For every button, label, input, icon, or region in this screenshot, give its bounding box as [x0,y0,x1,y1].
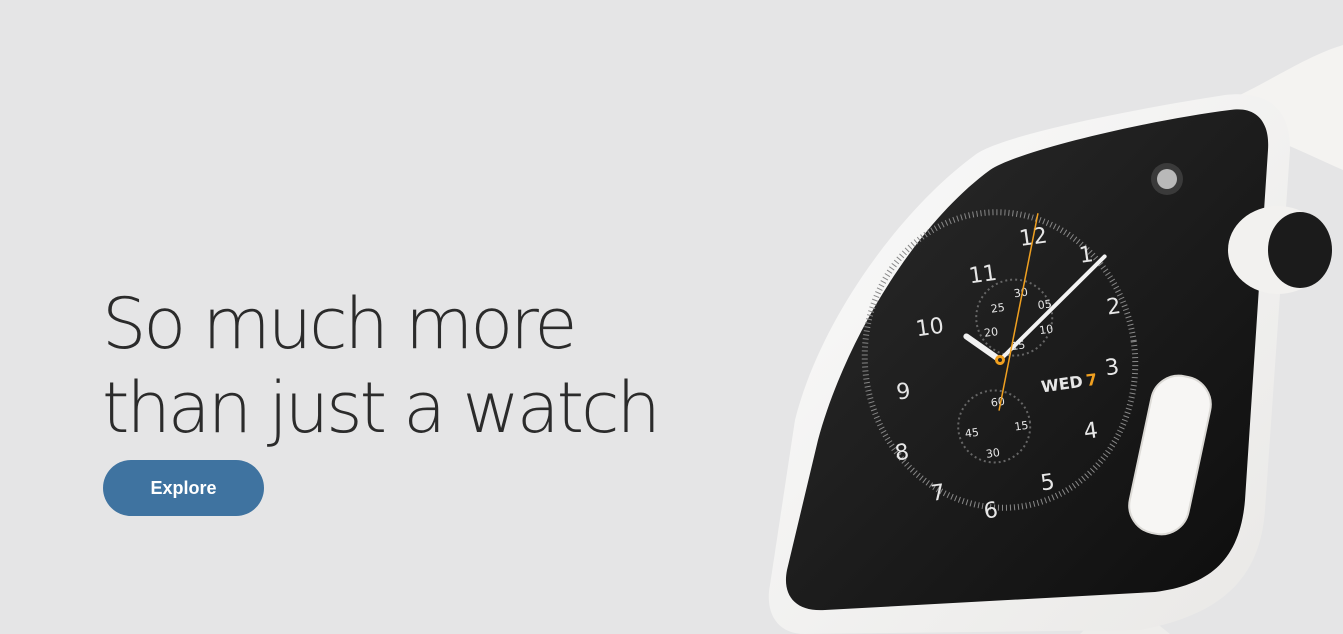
top-subdial-20: 20 [983,325,999,340]
explore-button[interactable]: Explore [103,460,264,516]
bottom-subdial-45: 45 [964,426,980,441]
top-subdial-10: 10 [1038,322,1054,337]
headline-line-2: than just a watch [102,367,661,449]
bottom-subdial-60: 60 [990,395,1006,410]
hero-headline: So much more than just a watch [102,282,661,450]
bottom-subdial-15: 15 [1014,419,1030,434]
hero-section: So much more than just a watch Explore 1… [0,0,1343,634]
digital-crown-cap [1268,212,1332,288]
watch-screen [785,109,1269,611]
watch-illustration: 12 1 2 3 4 5 6 7 8 9 10 11 30 05 25 10 2… [768,45,1343,634]
top-subdial-25: 25 [990,301,1006,316]
hour-11: 11 [967,261,998,290]
bottom-subdial-30: 30 [985,446,1001,461]
headline-line-1: So much more [102,283,577,365]
watch-image: 12 1 2 3 4 5 6 7 8 9 10 11 30 05 25 10 2… [700,40,1343,634]
hour-10: 10 [914,314,945,343]
